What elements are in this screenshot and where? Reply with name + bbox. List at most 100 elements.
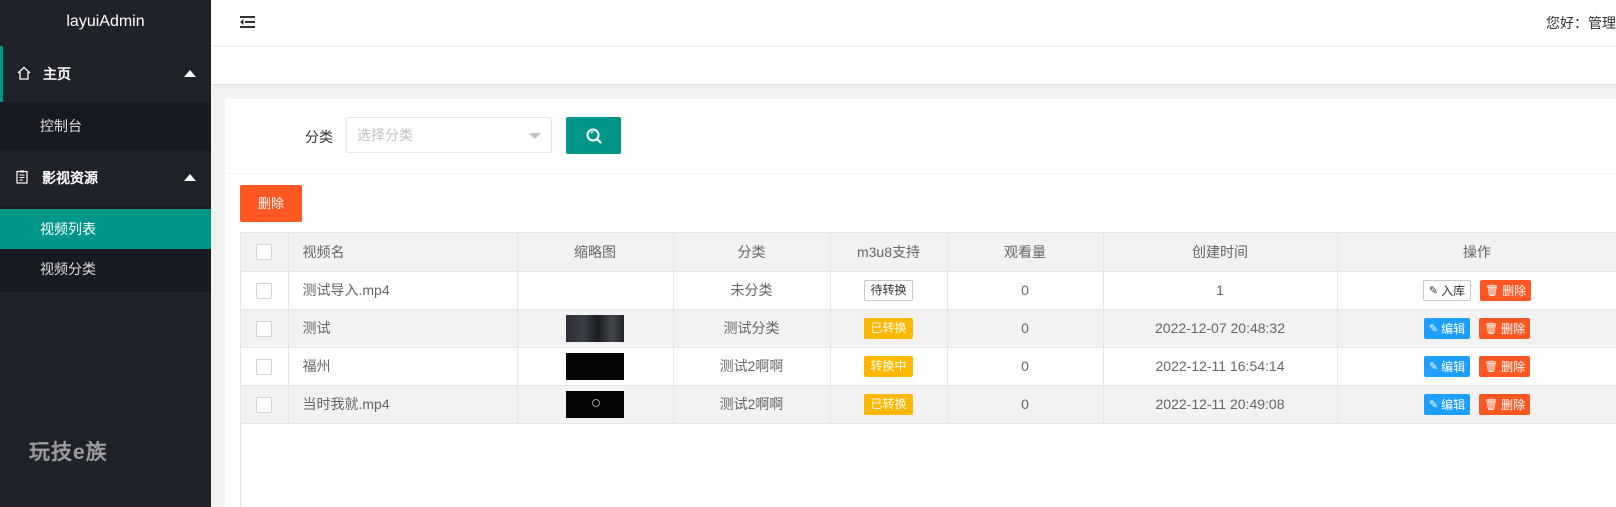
sidebar: layuiAdmin 主页 控制台 影视资源 视频列表 视频分类 玩技e族 xyxy=(0,0,211,507)
m3u8-status-badge: 已转换 xyxy=(864,393,913,415)
created-time: 2022-12-11 20:49:08 xyxy=(1103,385,1338,424)
sidebar-item-label: 影视资源 xyxy=(42,170,98,186)
thumbnail-cell xyxy=(517,385,674,424)
video-name: 测试 xyxy=(288,309,518,348)
import-button[interactable]: ✎ 入库 xyxy=(1422,279,1472,301)
chevron-up-icon xyxy=(184,70,196,77)
thumbnail-cell xyxy=(517,271,674,310)
video-table: 视频名 缩略图 分类 m3u8支持 观看量 创建时间 操作 测试导入.mp4 未… xyxy=(240,232,1616,507)
video-name: 当时我就.mp4 xyxy=(288,385,518,424)
delete-button-label: 删除 xyxy=(1501,397,1526,412)
table-row: 测试 测试分类 已转换 0 2022-12-07 20:48:32 ✎ 编辑 🗑 删… xyxy=(241,309,1616,348)
chevron-up-icon xyxy=(184,174,196,181)
document-icon xyxy=(16,170,34,187)
row-select-cell xyxy=(241,385,289,424)
select-all-cell xyxy=(241,233,289,272)
video-name: 福州 xyxy=(288,347,518,386)
edit-button-label: 编辑 xyxy=(1441,397,1466,412)
edit-button-label: 编辑 xyxy=(1441,321,1466,336)
delete-button-label: 删除 xyxy=(1501,359,1526,374)
category-select[interactable]: 选择分类 xyxy=(346,117,552,153)
trash-icon: 🗑 xyxy=(1484,398,1499,411)
row-select-cell xyxy=(241,309,289,348)
tab-bar xyxy=(211,47,1616,85)
pencil-icon: ✎ xyxy=(1428,398,1439,411)
view-count: 0 xyxy=(947,385,1104,424)
content-card: 分类 选择分类 删除 视频名 缩略图 分类 m3u8支持 观看量 创建时间 操作… xyxy=(225,99,1616,507)
trash-icon: 🗑 xyxy=(1485,284,1500,297)
actions-cell: ✎ 编辑 🗑 删除 xyxy=(1337,309,1616,348)
edit-button[interactable]: ✎ 编辑 xyxy=(1423,393,1471,415)
m3u8-status-badge: 转换中 xyxy=(864,355,913,377)
sidebar-item-console[interactable]: 控制台 xyxy=(0,102,211,150)
video-category: 未分类 xyxy=(673,271,831,310)
sidebar-item-label: 主页 xyxy=(43,66,71,82)
video-thumbnail[interactable] xyxy=(566,352,624,380)
category-filter-label: 分类 xyxy=(305,129,333,145)
view-count: 0 xyxy=(947,309,1104,348)
menu-collapse-icon[interactable] xyxy=(240,14,256,30)
search-icon xyxy=(586,128,602,144)
category-select-placeholder: 选择分类 xyxy=(357,127,413,143)
app-logo[interactable]: layuiAdmin xyxy=(0,0,211,46)
submenu-media: 视频列表 视频分类 xyxy=(0,206,211,292)
column-header-actions[interactable]: 操作 xyxy=(1337,233,1616,272)
created-time: 2022-12-07 20:48:32 xyxy=(1103,309,1338,348)
delete-button-label: 删除 xyxy=(1502,283,1527,298)
created-time: 1 xyxy=(1103,271,1338,310)
column-header-created[interactable]: 创建时间 xyxy=(1103,233,1338,272)
submenu-home: 控制台 xyxy=(0,102,211,150)
video-category: 测试2啊啊 xyxy=(673,385,831,424)
m3u8-status-badge: 待转换 xyxy=(864,279,913,301)
column-header-m3u8[interactable]: m3u8支持 xyxy=(830,233,948,272)
batch-delete-button[interactable]: 删除 xyxy=(240,185,302,222)
trash-icon: 🗑 xyxy=(1484,360,1499,373)
search-button[interactable] xyxy=(566,117,621,154)
table-row: 福州 测试2啊啊 转换中 0 2022-12-11 16:54:14 ✎ 编辑 🗑… xyxy=(241,347,1616,386)
m3u8-cell: 待转换 xyxy=(830,271,948,310)
row-checkbox[interactable] xyxy=(256,358,273,375)
sidebar-item-video-list[interactable]: 视频列表 xyxy=(0,209,211,249)
thumbnail-cell xyxy=(517,309,674,348)
table-row: 当时我就.mp4 测试2啊啊 已转换 0 2022-12-11 20:49:08… xyxy=(241,385,1616,424)
edit-button-label: 编辑 xyxy=(1441,359,1466,374)
table-row: 测试导入.mp4 未分类 待转换 0 1 ✎ 入库 🗑 删除 xyxy=(241,271,1616,310)
edit-button[interactable]: ✎ 编辑 xyxy=(1423,317,1471,339)
row-checkbox[interactable] xyxy=(256,320,273,337)
actions-cell: ✎ 编辑 🗑 删除 xyxy=(1337,385,1616,424)
table-header-row: 视频名 缩略图 分类 m3u8支持 观看量 创建时间 操作 xyxy=(241,233,1616,272)
delete-button[interactable]: 🗑 删除 xyxy=(1479,355,1531,377)
user-greeting[interactable]: 您好：管理 xyxy=(1546,13,1616,33)
video-thumbnail[interactable] xyxy=(566,390,624,418)
divider xyxy=(225,173,1616,174)
video-thumbnail[interactable] xyxy=(566,314,624,342)
sidebar-item-media[interactable]: 影视资源 xyxy=(0,150,211,206)
column-header-views[interactable]: 观看量 xyxy=(947,233,1104,272)
row-checkbox[interactable] xyxy=(256,282,273,299)
video-category: 测试分类 xyxy=(673,309,831,348)
row-checkbox[interactable] xyxy=(256,396,273,413)
sidebar-item-home[interactable]: 主页 xyxy=(0,46,211,102)
select-all-checkbox[interactable] xyxy=(256,244,273,261)
actions-cell: ✎ 编辑 🗑 删除 xyxy=(1337,347,1616,386)
delete-button-label: 删除 xyxy=(1501,321,1526,336)
home-icon xyxy=(17,66,35,83)
created-time: 2022-12-11 16:54:14 xyxy=(1103,347,1338,386)
m3u8-cell: 已转换 xyxy=(830,385,948,424)
video-category: 测试2啊啊 xyxy=(673,347,831,386)
column-header-name[interactable]: 视频名 xyxy=(288,233,518,272)
delete-button[interactable]: 🗑 删除 xyxy=(1480,279,1532,301)
sidebar-item-video-category[interactable]: 视频分类 xyxy=(0,249,211,289)
edit-button[interactable]: ✎ 编辑 xyxy=(1423,355,1471,377)
view-count: 0 xyxy=(947,347,1104,386)
pencil-icon: ✎ xyxy=(1428,284,1439,297)
actions-cell: ✎ 入库 🗑 删除 xyxy=(1337,271,1616,310)
view-count: 0 xyxy=(947,271,1104,310)
delete-button[interactable]: 🗑 删除 xyxy=(1479,393,1531,415)
column-header-thumbnail[interactable]: 缩略图 xyxy=(517,233,674,272)
pencil-icon: ✎ xyxy=(1428,360,1439,373)
top-header: 您好：管理 xyxy=(211,0,1616,46)
delete-button[interactable]: 🗑 删除 xyxy=(1479,317,1531,339)
column-header-category[interactable]: 分类 xyxy=(673,233,831,272)
trash-icon: 🗑 xyxy=(1484,322,1499,335)
